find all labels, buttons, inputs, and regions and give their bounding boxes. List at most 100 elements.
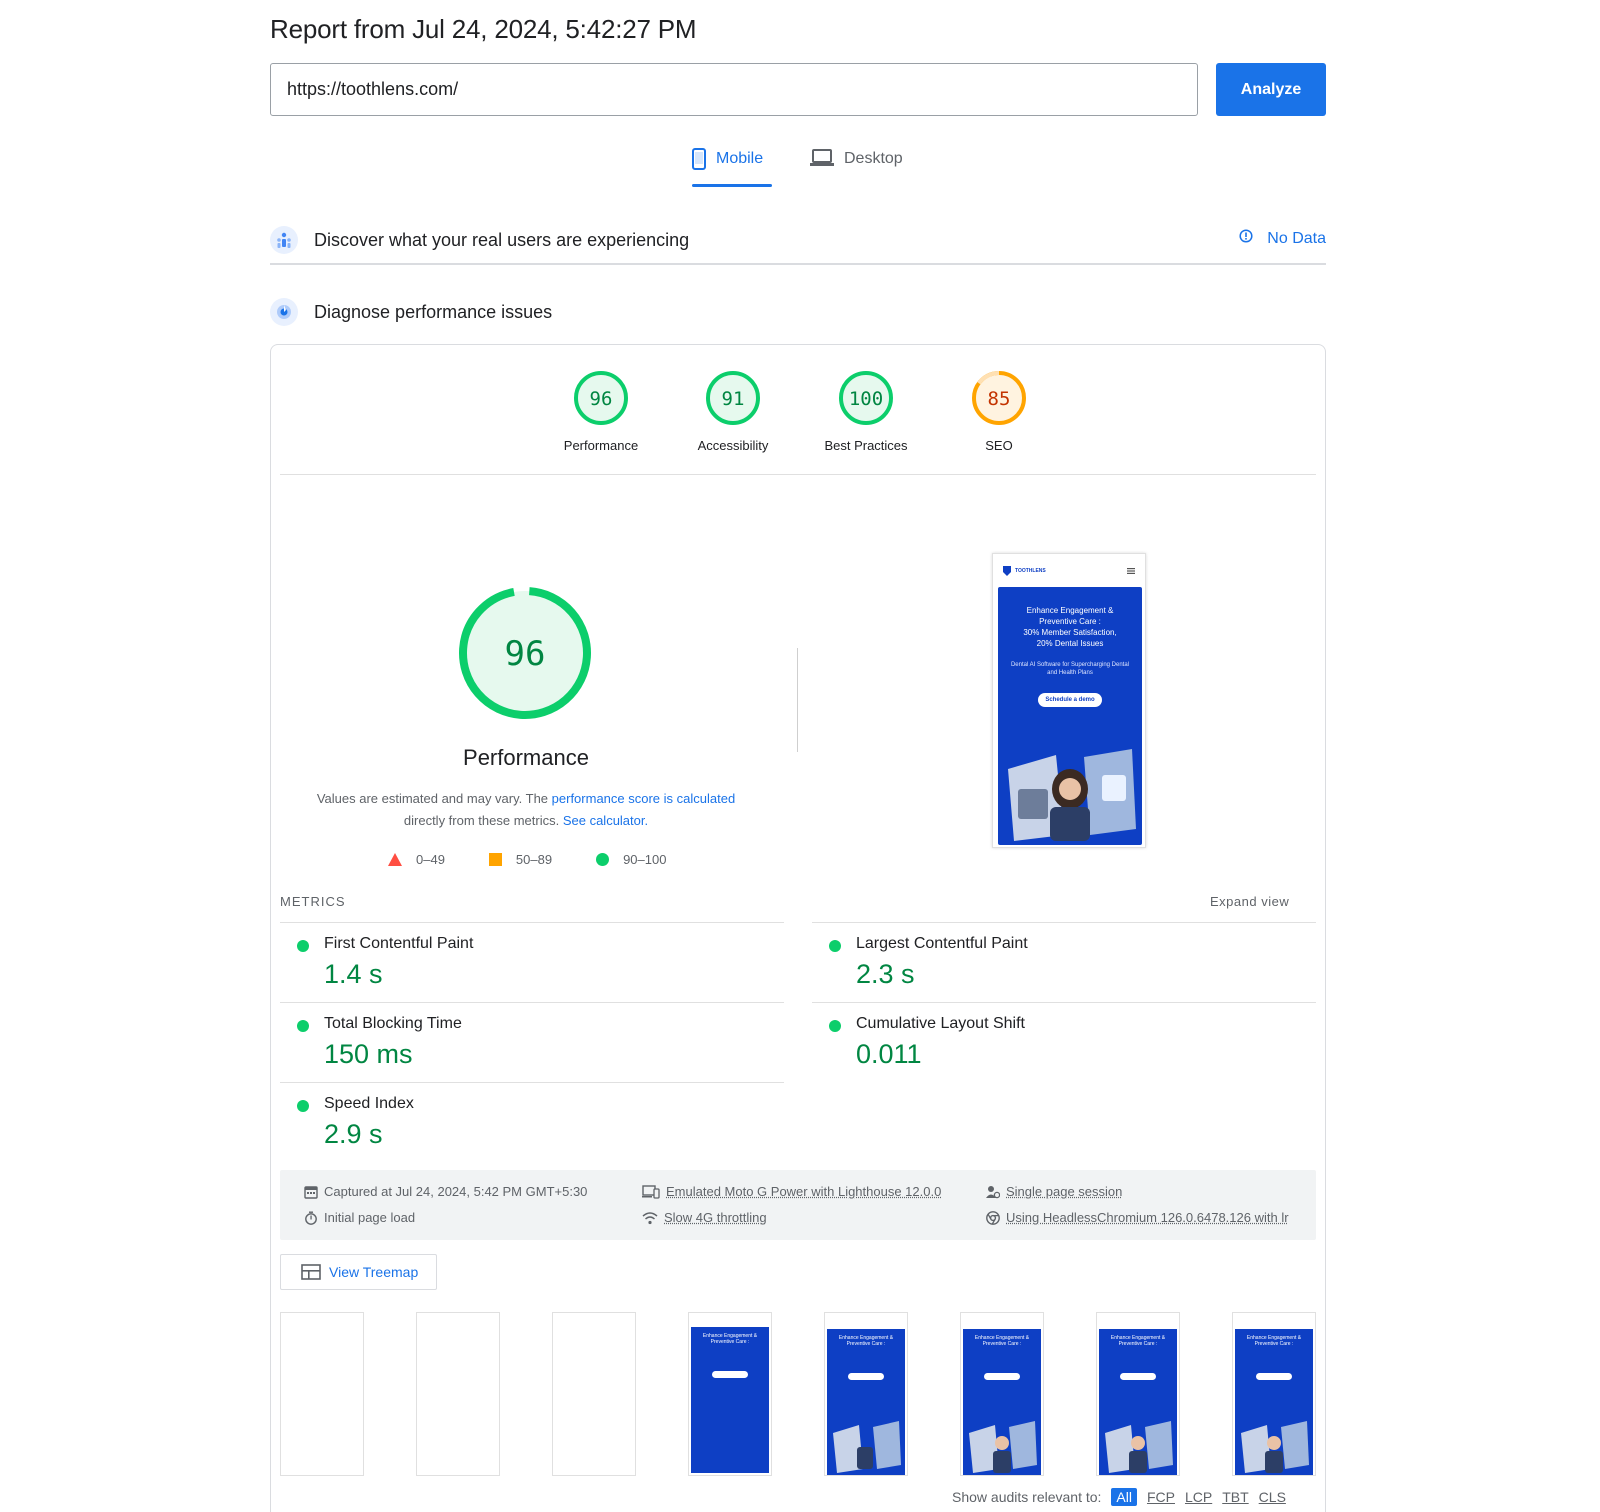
captured-at: Captured at Jul 24, 2024, 5:42 PM GMT+5:… [304, 1184, 587, 1199]
hero-photo-image [1008, 749, 1136, 841]
metrics-heading: METRICS [280, 894, 346, 909]
filmstrip-frame [552, 1312, 636, 1476]
preview-headline: Enhance Engagement & Preventive Care : 3… [1023, 606, 1117, 648]
page-load-type: Initial page load [304, 1210, 415, 1225]
lab-data-section: Diagnose performance issues [270, 298, 552, 326]
gauge-performance[interactable]: 96 Performance [541, 370, 661, 453]
legend-label: 0–49 [416, 852, 445, 867]
laptop-icon [810, 148, 834, 173]
desc-text: Values are estimated and may vary. The [316, 791, 552, 806]
performance-big-gauge: 96 [455, 583, 595, 723]
metric-fcp: First Contentful Paint 1.4 s [280, 922, 784, 1002]
legend-fail: 0–49 [388, 852, 445, 867]
gauge-seo[interactable]: 85 SEO [939, 370, 1059, 453]
green-circle-icon [596, 853, 610, 866]
calendar-icon [304, 1185, 318, 1199]
pass-dot-icon [297, 940, 309, 952]
tab-desktop[interactable]: Desktop [810, 148, 903, 190]
filmstrip-frame: Enhance Engagement & Preventive Care : [960, 1312, 1044, 1476]
devices-icon [642, 1184, 660, 1199]
no-data-status[interactable]: No Data [1239, 229, 1326, 248]
gauge-label: Performance [563, 438, 639, 453]
view-treemap-button[interactable]: View Treemap [280, 1254, 437, 1290]
gauge-ring: 96 [574, 371, 628, 425]
tab-desktop-label: Desktop [844, 150, 903, 167]
metric-value: 2.3 s [856, 959, 915, 989]
filmstrip-hero: Enhance Engagement & Preventive Care : [1235, 1329, 1313, 1475]
filmstrip-cta [712, 1371, 748, 1378]
pass-dot-icon [297, 1100, 309, 1112]
filmstrip-hero: Enhance Engagement & Preventive Care : [691, 1327, 769, 1473]
gauges-divider [280, 474, 1316, 475]
filmstrip-cta [848, 1373, 884, 1380]
runtime-settings-panel: Captured at Jul 24, 2024, 5:42 PM GMT+5:… [280, 1170, 1316, 1240]
gauge-accessibility[interactable]: 91 Accessibility [673, 370, 793, 453]
gauge-score: 85 [988, 388, 1011, 410]
metric-cls: Cumulative Layout Shift 0.011 [812, 1002, 1316, 1082]
filmstrip-frame [416, 1312, 500, 1476]
see-calculator-link[interactable]: See calculator. [563, 813, 648, 828]
audits-filter: Show audits relevant to: All FCP LCP TBT… [952, 1488, 1286, 1506]
legend-average: 50–89 [488, 852, 552, 867]
gauge-best-practices[interactable]: 100 Best Practices [806, 370, 926, 453]
toothlens-logo-icon [1003, 566, 1011, 576]
gauge-score: 100 [849, 388, 883, 410]
filmstrip-frame: Enhance Engagement & Preventive Care : [688, 1312, 772, 1476]
score-legend: 0–49 50–89 90–100 [388, 852, 696, 867]
metric-name: Speed Index [324, 1095, 414, 1112]
filmstrip-text: Enhance Engagement & Preventive Care : [1246, 1335, 1302, 1347]
preview-brand: TOOTHLENS [1015, 568, 1046, 574]
hamburger-icon [1127, 568, 1135, 574]
metric-si: Speed Index 2.9 s [280, 1082, 784, 1162]
score-calculated-link[interactable]: performance score is calculated [552, 791, 736, 806]
filmstrip-text: Enhance Engagement & Preventive Care : [974, 1335, 1030, 1347]
preview-header: TOOTHLENS [993, 554, 1145, 588]
no-data-label: No Data [1267, 229, 1326, 247]
lighthouse-icon [270, 298, 298, 326]
filmstrip-hero: Enhance Engagement & Preventive Care : [963, 1329, 1041, 1475]
gauge-score: 91 [722, 388, 745, 410]
network-throttling[interactable]: Slow 4G throttling [642, 1210, 767, 1225]
filmstrip-photo [833, 1421, 901, 1473]
filter-fcp[interactable]: FCP [1147, 1489, 1175, 1505]
performance-score: 96 [505, 634, 546, 674]
active-tab-indicator [692, 184, 772, 187]
filmstrip-frame [280, 1312, 364, 1476]
pass-dot-icon [829, 940, 841, 952]
treemap-icon [301, 1264, 321, 1280]
filmstrip-cta [984, 1373, 1020, 1380]
preview-subtext: Dental AI Software for Supercharging Den… [1010, 662, 1130, 676]
gauge-score: 96 [590, 388, 613, 410]
filmstrip-hero: Enhance Engagement & Preventive Care : [827, 1329, 905, 1475]
browser-version[interactable]: Using HeadlessChromium 126.0.6478.126 wi… [986, 1210, 1289, 1225]
preview-hero: Enhance Engagement & Preventive Care : 3… [998, 587, 1142, 845]
filter-all[interactable]: All [1111, 1488, 1137, 1506]
desc-text: directly from these metrics. [403, 813, 563, 828]
metric-lcp: Largest Contentful Paint 2.3 s [812, 922, 1316, 1002]
orange-square-icon [488, 853, 502, 866]
expand-view-toggle[interactable]: Expand view [1210, 894, 1289, 909]
diagnose-heading: Diagnose performance issues [314, 301, 553, 322]
analyze-button[interactable]: Analyze [1216, 63, 1326, 116]
filmstrip-frame: Enhance Engagement & Preventive Care : [824, 1312, 908, 1476]
performance-title: Performance [463, 745, 589, 770]
filmstrip-photo [969, 1421, 1037, 1473]
filmstrip-text: Enhance Engagement & Preventive Care : [1110, 1335, 1166, 1347]
tab-mobile[interactable]: Mobile [692, 148, 772, 190]
filter-cls[interactable]: CLS [1259, 1489, 1286, 1505]
metric-name: Cumulative Layout Shift [856, 1015, 1025, 1032]
metric-value: 2.9 s [324, 1119, 383, 1149]
session-type[interactable]: Single page session [986, 1184, 1122, 1199]
filmstrip-frame: Enhance Engagement & Preventive Care : [1232, 1312, 1316, 1476]
filter-lcp[interactable]: LCP [1185, 1489, 1212, 1505]
filmstrip-frame: Enhance Engagement & Preventive Care : [1096, 1312, 1180, 1476]
metric-value: 150 ms [324, 1039, 413, 1069]
gauge-ring: 91 [706, 371, 760, 425]
audits-filter-label: Show audits relevant to: [952, 1489, 1102, 1505]
filter-tbt[interactable]: TBT [1222, 1489, 1248, 1505]
report-title: Report from Jul 24, 2024, 5:42:27 PM [270, 14, 697, 44]
gauge-ring: 85 [972, 371, 1026, 425]
url-input[interactable] [270, 63, 1198, 116]
filmstrip-photo [1105, 1421, 1173, 1473]
emulated-device[interactable]: Emulated Moto G Power with Lighthouse 12… [642, 1184, 941, 1199]
